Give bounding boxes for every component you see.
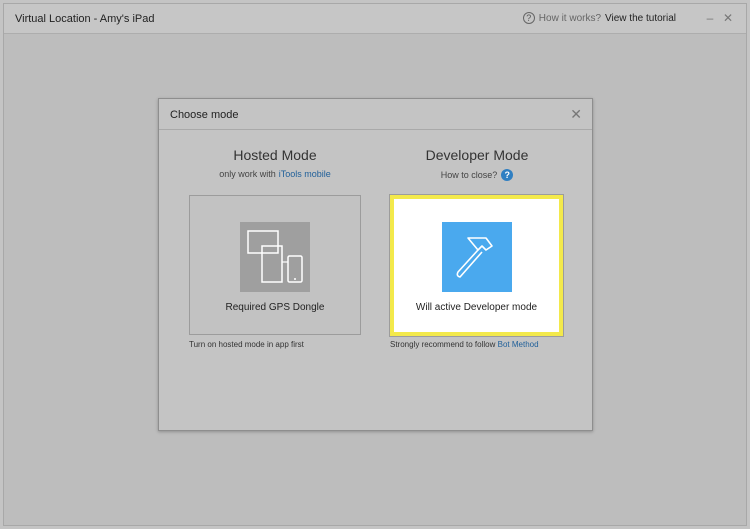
bot-method-link[interactable]: Bot Method <box>498 340 539 349</box>
hosted-mode-subtitle: only work with iTools mobile <box>175 169 375 179</box>
how-it-works-link[interactable]: How it works? <box>539 13 601 24</box>
app-window: Virtual Location - Amy's iPad ? How it w… <box>3 3 747 526</box>
hammer-tile <box>441 222 512 292</box>
developer-mode-card[interactable]: Will active Developer mode <box>389 194 564 337</box>
developer-note-text: Strongly recommend to follow <box>390 340 496 349</box>
dialog-title: Choose mode <box>170 109 239 121</box>
minimize-button[interactable]: – <box>704 12 716 24</box>
hosted-mode-note: Turn on hosted mode in app first <box>189 340 304 349</box>
hosted-mode-card[interactable]: Required GPS Dongle <box>189 195 361 335</box>
window-title: Virtual Location - Amy's iPad <box>15 13 155 25</box>
question-icon[interactable]: ? <box>522 12 535 24</box>
hammer-icon <box>456 237 493 278</box>
itools-mobile-link[interactable]: iTools mobile <box>279 169 331 179</box>
hosted-card-label: Required GPS Dongle <box>225 302 325 313</box>
developer-mode-title: Developer Mode <box>425 147 529 163</box>
hosted-mode-header: Hosted Mode only work with iTools mobile <box>175 147 375 179</box>
title-bar: Virtual Location - Amy's iPad ? How it w… <box>4 4 746 34</box>
window-close-button[interactable]: ✕ <box>722 12 734 24</box>
developer-mode-subtitle: How to close? ? <box>377 169 577 181</box>
help-area: ? How it works? View the tutorial <box>522 12 676 24</box>
devices-icon <box>247 230 303 283</box>
dialog-close-icon[interactable]: ✕ <box>570 107 582 121</box>
how-to-close-text: How to close? <box>440 170 498 180</box>
devices-tile <box>240 222 310 292</box>
help-info-icon[interactable]: ? <box>501 169 514 181</box>
developer-mode-header: Developer Mode How to close? ? <box>377 147 577 181</box>
developer-card-label: Will active Developer mode <box>415 302 538 313</box>
hosted-mode-title: Hosted Mode <box>233 147 317 163</box>
view-tutorial-link[interactable]: View the tutorial <box>605 13 676 24</box>
hosted-subtitle-text: only work with <box>219 169 276 179</box>
choose-mode-dialog: Choose mode ✕ Hosted Mode only work with… <box>158 98 593 431</box>
dialog-header: Choose mode ✕ <box>159 99 592 130</box>
developer-mode-note: Strongly recommend to follow Bot Method <box>390 340 539 349</box>
